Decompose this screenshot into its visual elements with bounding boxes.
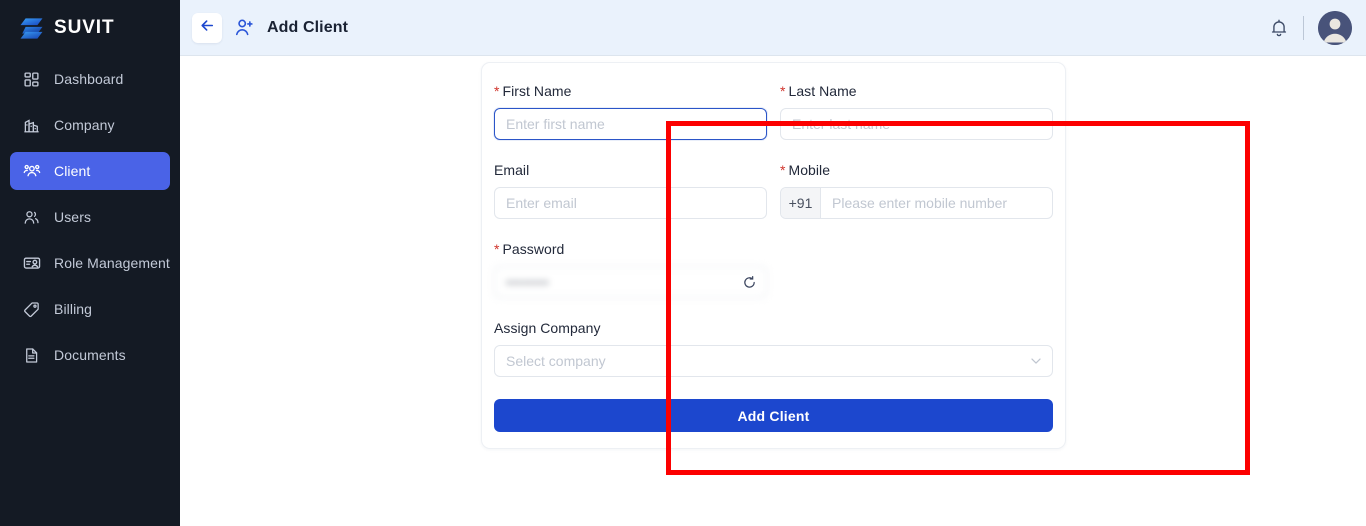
mobile-label-text: Mobile [788,162,831,178]
required-asterisk: * [494,241,500,257]
mobile-label: * Mobile [780,162,1053,178]
add-client-submit-button[interactable]: Add Client [494,399,1053,432]
required-asterisk: * [494,83,500,99]
sidebar-item-label: Client [54,163,91,179]
last-name-label-text: Last Name [788,83,857,99]
sidebar: SUVIT Dashboard Company Client Users Rol… [0,0,180,526]
topbar-right-group [1269,10,1352,45]
assign-company-select-wrap: Select company [494,345,1053,377]
document-file-icon [22,346,41,365]
sidebar-item-role-management[interactable]: Role Management [10,244,170,282]
user-pair-icon [22,208,41,227]
brand-logo-area[interactable]: SUVIT [0,0,180,56]
sidebar-item-label: Documents [54,347,126,363]
bell-icon[interactable] [1269,18,1289,38]
content-area: *First Name *Last Name Email [180,56,1366,526]
password-label-text: Password [502,241,565,257]
grid-dashboard-icon [22,70,41,89]
field-assign-company: Assign Company Select company [494,320,1053,377]
sidebar-item-label: Company [54,117,115,133]
first-name-input[interactable] [494,108,767,140]
sidebar-item-company[interactable]: Company [10,106,170,144]
required-asterisk: * [780,162,786,178]
last-name-input[interactable] [780,108,1053,140]
back-button[interactable] [192,12,222,43]
suvit-s-logo-icon [18,15,45,42]
email-label: Email [494,162,530,178]
field-password: * Password [494,241,767,298]
sidebar-item-label: Dashboard [54,71,124,87]
field-mobile: * Mobile +91 [780,162,1053,219]
form-grid: *First Name *Last Name Email [494,83,1053,399]
assign-company-label: Assign Company [494,320,601,336]
sidebar-item-label: Billing [54,301,93,317]
user-plus-icon [234,17,255,38]
first-name-label: * First Name [494,83,767,99]
topbar-divider [1303,15,1304,40]
main-area: Add Client * First Name Enter first name… [180,0,1366,526]
required-asterisk: * [780,83,786,99]
country-code-prefix[interactable]: +91 [781,188,821,218]
sidebar-item-billing[interactable]: Billing [10,290,170,328]
field-first-name: * First Name [494,83,767,140]
tag-icon [22,300,41,319]
sidebar-item-users[interactable]: Users [10,198,170,236]
mobile-input-group: +91 [780,187,1053,219]
page-title: Add Client [267,18,348,36]
field-email: Email [494,162,767,219]
password-input[interactable] [494,266,767,298]
mobile-number-input[interactable] [821,188,1052,218]
password-label: * Password [494,241,767,257]
sidebar-item-client[interactable]: Client [10,152,170,190]
sidebar-item-dashboard[interactable]: Dashboard [10,60,170,98]
avatar[interactable] [1318,10,1352,45]
users-group-icon [22,162,41,181]
arrow-left-icon [199,17,216,39]
sidebar-nav: Dashboard Company Client Users Role Mana… [0,60,180,382]
email-input[interactable] [494,187,767,219]
brand-name: SUVIT [54,17,115,38]
assign-company-select[interactable]: Select company [494,345,1053,377]
app-root: SUVIT Dashboard Company Client Users Rol… [0,0,1366,526]
id-card-user-icon [22,254,41,273]
add-client-form-card: *First Name *Last Name Email [481,62,1066,449]
field-spacer [780,241,1053,298]
sidebar-item-label: Users [54,209,92,225]
topbar: Add Client [180,0,1366,56]
sidebar-item-documents[interactable]: Documents [10,336,170,374]
refresh-generate-icon[interactable] [739,272,759,292]
first-name-label-text: First Name [502,83,572,99]
field-last-name: * Last Name [780,83,1053,140]
building-icon [22,116,41,135]
password-input-wrap [494,266,767,298]
sidebar-item-label: Role Management [54,255,170,271]
last-name-label: * Last Name [780,83,1053,99]
topbar-left-group: Add Client [192,12,348,43]
